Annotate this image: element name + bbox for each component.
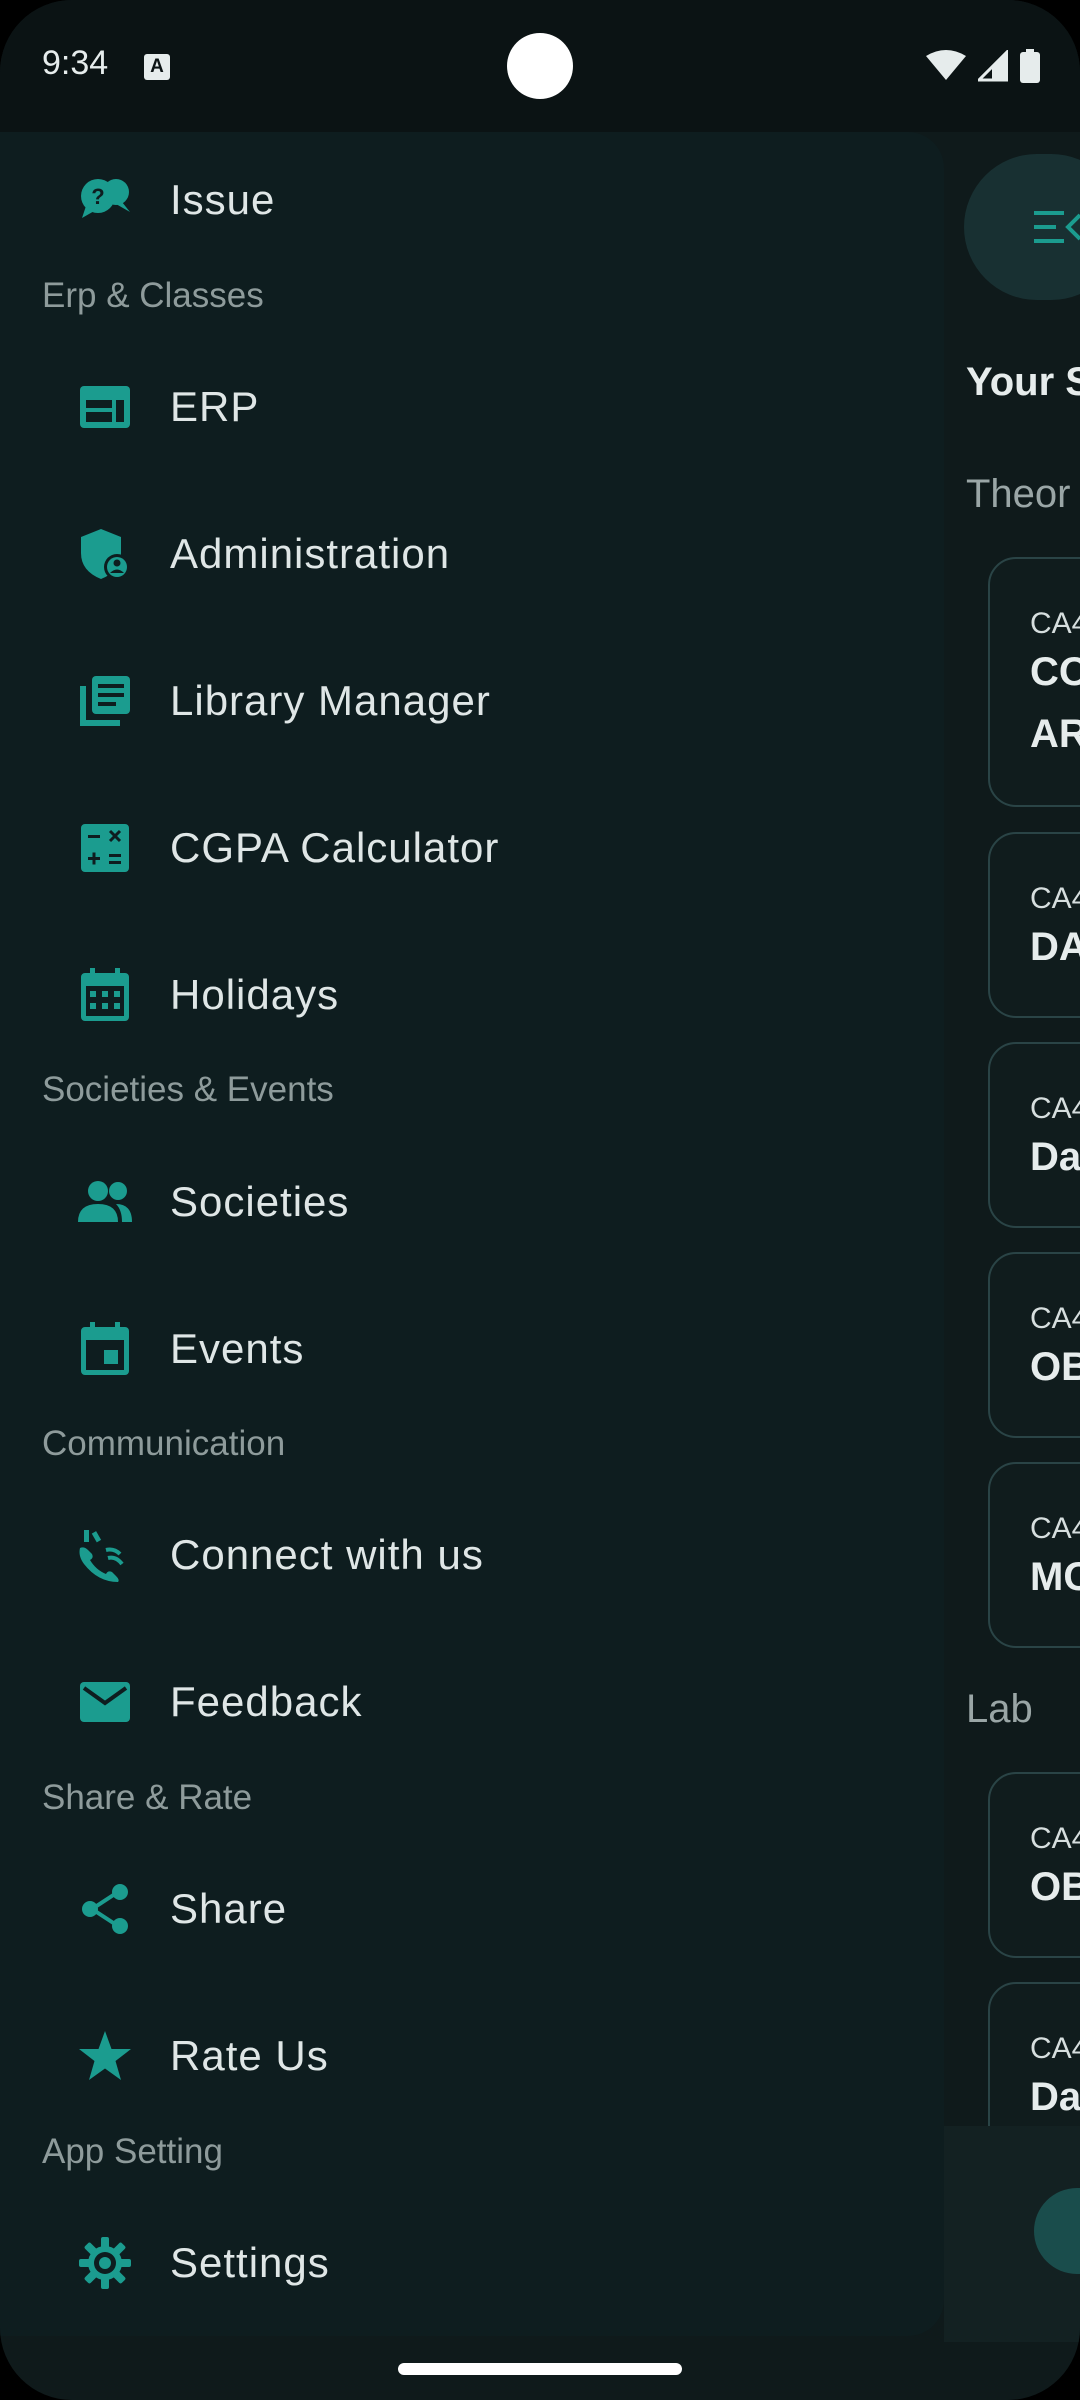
card-code: CA4	[1030, 1822, 1080, 1855]
menu-collapse-button[interactable]	[964, 154, 1080, 300]
drawer-item-label: Share	[170, 1885, 288, 1932]
drawer-item-label: Holidays	[170, 971, 340, 1018]
drawer-item-label: Administration	[170, 530, 451, 577]
admin-shield-icon	[76, 525, 134, 583]
signal-icon	[978, 50, 1008, 82]
wifi-icon	[926, 50, 966, 80]
drawer-item-label: Connect with us	[170, 1531, 484, 1578]
drawer-item-cgpa-calculator[interactable]: CGPA Calculator	[0, 788, 944, 908]
calendar-grid-icon	[76, 966, 134, 1024]
drawer-item-label: Societies	[170, 1178, 350, 1225]
drawer-item-label: Events	[170, 1325, 305, 1372]
card-name: Da	[1030, 1135, 1080, 1179]
drawer-item-connect-with-us[interactable]: Connect with us	[0, 1495, 944, 1615]
card-name: AR	[1030, 712, 1080, 756]
drawer-item-label: CGPA Calculator	[170, 824, 500, 871]
gear-icon	[76, 2234, 134, 2292]
card-code: CA4	[1030, 1512, 1080, 1545]
card-name: CO	[1030, 650, 1080, 694]
section-app-setting: App Setting	[42, 2132, 223, 2171]
drawer-item-rate-us[interactable]: Rate Us	[0, 1996, 944, 2116]
lab-section-label: Lab	[966, 1687, 1033, 1731]
drawer-item-share[interactable]: Share	[0, 1849, 944, 1969]
theory-section-label: Theor	[966, 472, 1071, 516]
navigation-drawer: ? Issue Erp & Classes ERP Administration…	[0, 132, 944, 2336]
home-indicator[interactable]	[398, 2363, 682, 2375]
calculator-icon	[76, 819, 134, 877]
drawer-item-label: Feedback	[170, 1678, 363, 1725]
people-icon	[76, 1173, 134, 1231]
mail-icon	[76, 1673, 134, 1731]
menu-collapse-icon	[1034, 211, 1080, 243]
section-communication: Communication	[42, 1424, 286, 1463]
drawer-item-societies[interactable]: Societies	[0, 1142, 944, 1262]
card-name: OB	[1030, 1865, 1080, 1909]
card-name: OB	[1030, 1345, 1080, 1389]
notification-a-icon: A	[144, 54, 170, 80]
drawer-item-settings[interactable]: Settings	[0, 2203, 944, 2323]
status-bar: 9:34 A	[0, 0, 1080, 132]
drawer-item-administration[interactable]: Administration	[0, 494, 944, 614]
drawer-item-issue[interactable]: ? Issue	[0, 140, 944, 260]
theory-card[interactable]: CA4 CO AR	[988, 557, 1080, 807]
status-icons	[926, 48, 1040, 84]
drawer-item-label: ERP	[170, 383, 260, 430]
main-heading: Your S	[966, 360, 1080, 404]
drawer-item-label: Issue	[170, 176, 276, 223]
card-name: Da	[1030, 2075, 1080, 2119]
svg-text:?: ?	[91, 184, 104, 209]
drawer-item-feedback[interactable]: Feedback	[0, 1642, 944, 1762]
drawer-item-library-manager[interactable]: Library Manager	[0, 641, 944, 761]
section-societies-events: Societies & Events	[42, 1070, 334, 1109]
card-name: MC	[1030, 1555, 1080, 1599]
card-code: CA4	[1030, 1092, 1080, 1125]
theory-card[interactable]: CA4 DA	[988, 832, 1080, 1018]
app-screen: 9:34 A Your S Theor CA4 CO AR CA4 DA	[0, 0, 1080, 2400]
section-erp-classes: Erp & Classes	[42, 276, 264, 315]
main-content: Your S Theor CA4 CO AR CA4 DA CA4 Da CA4…	[944, 132, 1080, 2400]
theory-card[interactable]: CA4 Da	[988, 1042, 1080, 1228]
share-icon	[76, 1880, 134, 1938]
theory-card[interactable]: CA4 OB	[988, 1252, 1080, 1438]
card-name: DA	[1030, 925, 1080, 969]
card-code: CA4	[1030, 882, 1080, 915]
card-code: CA4	[1030, 2032, 1080, 2065]
battery-icon	[1020, 49, 1040, 83]
drawer-item-label: Library Manager	[170, 677, 491, 724]
lab-card[interactable]: CA4 OB	[988, 1772, 1080, 1958]
status-time: 9:34	[42, 44, 109, 82]
issue-chat-icon: ?	[76, 171, 134, 229]
star-icon	[76, 2027, 134, 2085]
drawer-item-label: Settings	[170, 2239, 330, 2286]
card-code: CA4	[1030, 607, 1080, 640]
erp-window-icon	[76, 378, 134, 436]
drawer-item-erp[interactable]: ERP	[0, 347, 944, 467]
drawer-item-label: Rate Us	[170, 2032, 329, 2079]
event-icon	[76, 1320, 134, 1378]
section-share-rate: Share & Rate	[42, 1778, 253, 1817]
library-icon	[76, 672, 134, 730]
connect-icon	[76, 1526, 134, 1584]
drawer-item-events[interactable]: Events	[0, 1289, 944, 1409]
drawer-item-holidays[interactable]: Holidays	[0, 935, 944, 1055]
camera-cutout	[507, 33, 573, 99]
card-code: CA4	[1030, 1302, 1080, 1335]
theory-card[interactable]: CA4 MC	[988, 1462, 1080, 1648]
